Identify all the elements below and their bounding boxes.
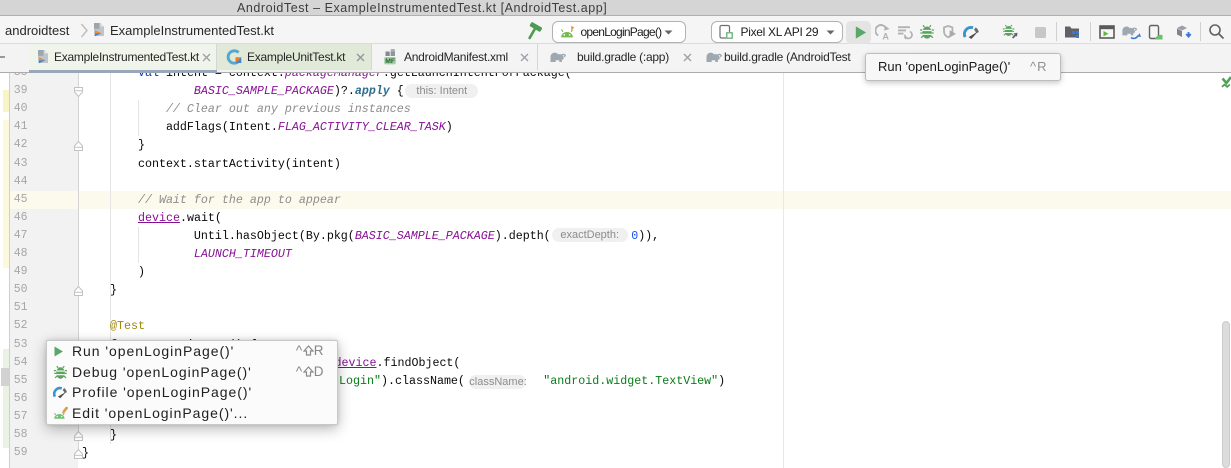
- svg-text:A: A: [882, 31, 889, 41]
- svg-text:MF: MF: [385, 58, 395, 65]
